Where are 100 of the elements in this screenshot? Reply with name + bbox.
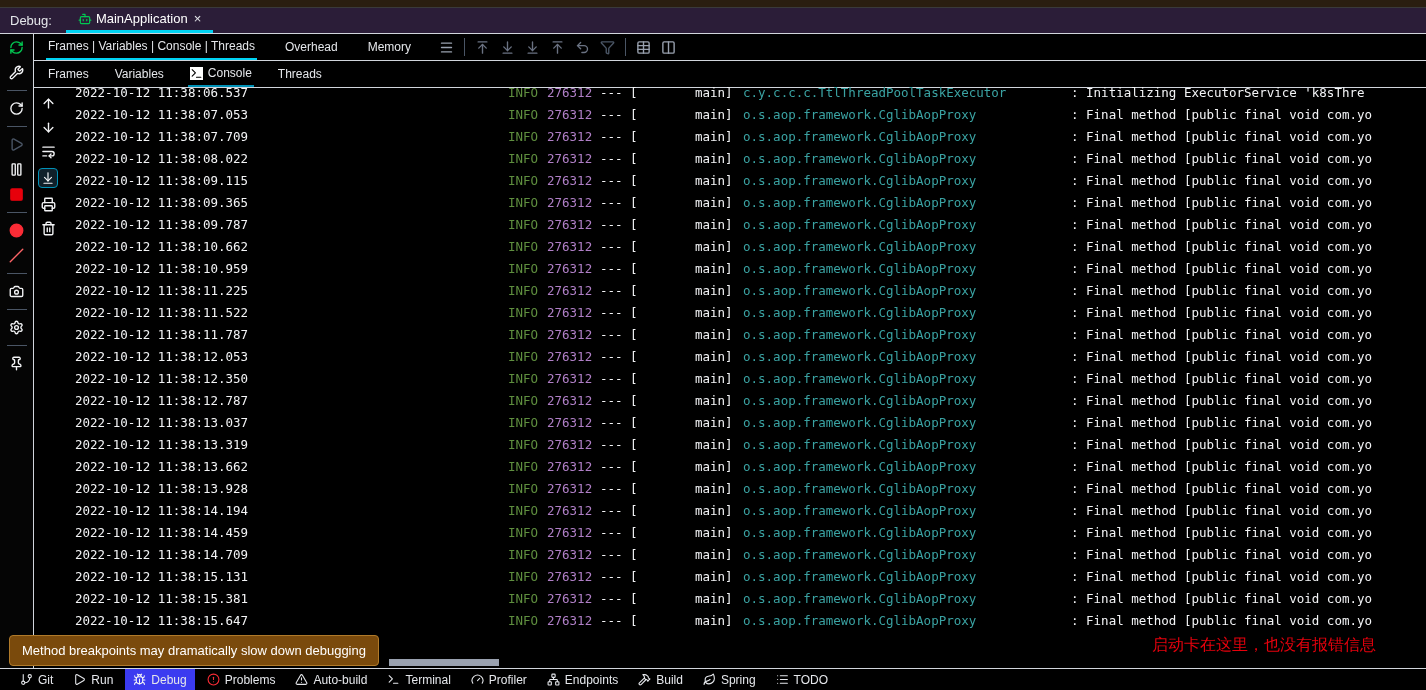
log-pid: 276312 [547, 414, 594, 432]
trash-icon[interactable] [40, 221, 56, 236]
log-level: INFO [508, 150, 540, 168]
error-icon [206, 673, 220, 686]
log-pid: 276312 [547, 238, 594, 256]
log-separator: --- [ [600, 392, 639, 410]
console-tab[interactable]: Variables [112, 61, 166, 87]
debugger-tab[interactable]: Memory [365, 34, 414, 60]
log-logger: o.s.aop.framework.CglibAopProxy [743, 436, 978, 454]
log-pid: 276312 [547, 370, 594, 388]
annotation-text: 启动卡在这里，也没有报错信息 [1152, 635, 1376, 655]
log-separator: --- [ [600, 260, 639, 278]
print-icon[interactable] [40, 197, 56, 212]
camera-icon[interactable] [9, 284, 24, 299]
log-timestamp: 2022-10-12 11:38:12.053 [75, 348, 250, 366]
log-logger: o.s.aop.framework.CglibAopProxy [743, 216, 978, 234]
log-timestamp: 2022-10-12 11:38:14.459 [75, 524, 250, 542]
debugger-tab[interactable]: Overhead [283, 34, 340, 60]
log-level: INFO [508, 458, 540, 476]
tool-window-button[interactable]: Spring [694, 669, 764, 690]
log-logger: o.s.aop.framework.CglibAopProxy [743, 524, 978, 542]
scroll-to-end-toggle[interactable] [38, 168, 58, 188]
wrap-icon[interactable] [40, 144, 56, 159]
log-logger: o.s.aop.framework.CglibAopProxy [743, 612, 978, 630]
log-level: INFO [508, 546, 540, 564]
pause-icon[interactable] [9, 162, 24, 177]
stop-icon[interactable] [9, 187, 24, 202]
columns-icon[interactable] [661, 39, 677, 55]
down-arrow-icon[interactable] [40, 120, 56, 135]
log-timestamp: 2022-10-12 11:38:07.709 [75, 128, 250, 146]
log-separator: --- [ [600, 414, 639, 432]
log-timestamp: 2022-10-12 11:38:09.365 [75, 194, 250, 212]
log-separator: --- [ [600, 326, 639, 344]
console-tab[interactable]: Threads [275, 61, 324, 87]
log-pid: 276312 [547, 304, 594, 322]
tool-window-button[interactable]: Git [12, 669, 62, 690]
tool-window-button[interactable]: Auto-build [287, 669, 376, 690]
log-message: : Final method [public final void com.yo [1071, 348, 1373, 366]
drop-frame-icon[interactable] [575, 39, 591, 55]
scrollbar-thumb[interactable] [389, 659, 499, 666]
log-timestamp: 2022-10-12 11:38:13.319 [75, 436, 250, 454]
log-timestamp: 2022-10-12 11:38:13.928 [75, 480, 250, 498]
refresh-icon[interactable] [9, 101, 24, 116]
log-message: : Initializing ExecutorService 'k8sThre [1071, 84, 1365, 102]
tool-window-button[interactable]: TODO [767, 669, 837, 690]
log-logger: o.s.aop.framework.CglibAopProxy [743, 480, 978, 498]
app-icon [77, 12, 92, 26]
console-tab[interactable]: Frames [46, 61, 91, 87]
bug-icon [133, 673, 147, 686]
tool-window-button[interactable]: Problems [198, 669, 284, 690]
settings-icon[interactable] [9, 320, 24, 335]
tooltip: Method breakpoints may dramatically slow down debugging [9, 634, 379, 666]
rerun-icon[interactable] [9, 40, 24, 55]
log-thread: main] [695, 370, 734, 388]
filter-icon[interactable] [600, 39, 616, 55]
log-separator: --- [ [600, 172, 639, 190]
log-logger: o.s.aop.framework.CglibAopProxy [743, 414, 978, 432]
log-logger: o.s.aop.framework.CglibAopProxy [743, 260, 978, 278]
log-timestamp: 2022-10-12 11:38:11.787 [75, 326, 250, 344]
log-thread: main] [695, 282, 734, 300]
log-pid: 276312 [547, 348, 594, 366]
tool-window-button[interactable]: Endpoints [538, 669, 627, 690]
pin-icon[interactable] [9, 356, 24, 371]
log-message: : Final method [public final void com.yo [1071, 612, 1373, 630]
log-separator: --- [ [600, 84, 639, 102]
log-pid: 276312 [547, 282, 594, 300]
log-thread: main] [695, 392, 734, 410]
log-thread: main] [695, 172, 734, 190]
close-icon[interactable]: × [193, 9, 202, 29]
tool-window-button[interactable]: Run [65, 669, 122, 690]
log-level: INFO [508, 128, 540, 146]
log-logger: o.s.aop.framework.CglibAopProxy [743, 348, 978, 366]
log-logger: o.s.aop.framework.CglibAopProxy [743, 172, 978, 190]
log-separator: --- [ [600, 106, 639, 124]
console-tab[interactable]: Console [187, 61, 254, 87]
log-message: : Final method [public final void com.yo [1071, 172, 1373, 190]
tool-window-button[interactable]: Build [630, 669, 691, 690]
debugger-tab[interactable]: Frames | Variables | Console | Threads [46, 34, 257, 60]
scroll-to-end-icon [41, 171, 55, 185]
log-thread: main] [695, 502, 734, 520]
log-separator: --- [ [600, 348, 639, 366]
log-logger: o.s.aop.framework.CglibAopProxy [743, 502, 978, 520]
log-logger: o.s.aop.framework.CglibAopProxy [743, 458, 978, 476]
tool-window-button[interactable]: Profiler [462, 669, 535, 690]
breakpoints-icon[interactable] [9, 223, 24, 238]
wrench-icon[interactable] [9, 65, 24, 80]
log-thread: main] [695, 84, 734, 102]
log-thread: main] [695, 458, 734, 476]
run-tab[interactable]: MainApplication × [65, 8, 214, 33]
tool-window-button[interactable]: Debug [125, 669, 195, 690]
table-icon[interactable] [636, 39, 652, 55]
log-separator: --- [ [600, 150, 639, 168]
log-level: INFO [508, 480, 540, 498]
log-message: : Final method [public final void com.yo [1071, 458, 1373, 476]
log-thread: main] [695, 194, 734, 212]
log-timestamp: 2022-10-12 11:38:14.709 [75, 546, 250, 564]
mute-breakpoints-icon[interactable] [9, 248, 24, 263]
warning-icon [295, 673, 309, 686]
tool-window-button[interactable]: Terminal [379, 669, 459, 690]
menu-icon[interactable] [439, 39, 455, 55]
